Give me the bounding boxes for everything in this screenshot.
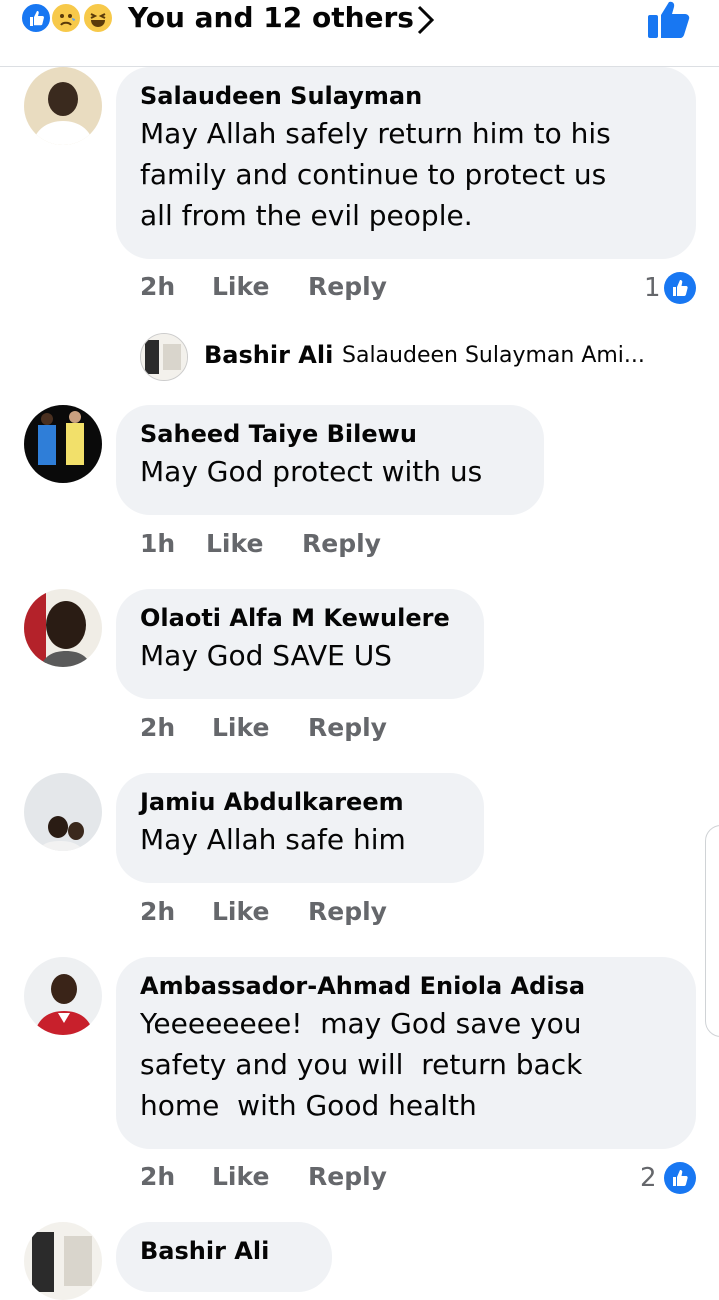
commenter-name[interactable]: Ambassador-Ahmad Eniola Adisa <box>140 969 672 1003</box>
comment-text: May God protect with us <box>140 455 483 488</box>
comment-actions: 1h Like Reply <box>140 529 440 559</box>
avatar[interactable] <box>24 1222 102 1300</box>
comment-time: 1h <box>140 529 176 558</box>
like-link[interactable]: Like <box>212 897 269 927</box>
haha-reaction-icon <box>82 2 114 34</box>
commenter-name[interactable]: Salaudeen Sulayman <box>140 79 672 113</box>
commenter-name[interactable]: Saheed Taiye Bilewu <box>140 417 520 451</box>
comment-actions: 2h Like Reply <box>140 272 440 302</box>
like-link[interactable]: Like <box>212 272 269 302</box>
like-count: 2 <box>640 1163 657 1193</box>
comment-text: May Allah safely return him to his famil… <box>140 117 611 232</box>
commenter-name[interactable]: Bashir Ali <box>140 1234 308 1268</box>
comment-actions: 2h Like Reply <box>140 897 440 927</box>
comment-time: 2h <box>140 1162 176 1191</box>
avatar <box>140 333 188 381</box>
like-button-icon[interactable] <box>646 0 692 40</box>
reply-preview[interactable]: Bashir Ali Salaudeen Sulayman Ami... <box>140 333 700 381</box>
comment-actions: 2h Like Reply <box>140 1162 440 1192</box>
like-link[interactable]: Like <box>212 1162 269 1192</box>
reactions-header[interactable]: You and 12 others <box>0 0 719 67</box>
comment-bubble: Olaoti Alfa M Kewulere May God SAVE US <box>116 589 484 699</box>
comment-actions: 2h Like Reply <box>140 713 440 743</box>
like-link[interactable]: Like <box>212 713 269 743</box>
sad-reaction-icon <box>50 2 82 34</box>
comment-time: 2h <box>140 713 176 742</box>
comment-bubble: Jamiu Abdulkareem May Allah safe him <box>116 773 484 883</box>
avatar[interactable] <box>24 589 102 667</box>
comment-text: May God SAVE US <box>140 639 392 672</box>
reply-link[interactable]: Reply <box>308 897 387 927</box>
comment-bubble: Ambassador-Ahmad Eniola Adisa Yeeeeeeee!… <box>116 957 696 1149</box>
reply-author[interactable]: Bashir Ali <box>204 341 333 369</box>
avatar[interactable] <box>24 957 102 1035</box>
like-count: 1 <box>644 273 661 303</box>
reply-snippet: Salaudeen Sulayman Ami... <box>342 343 645 368</box>
comment-text: May Allah safe him <box>140 823 406 856</box>
side-scroll-handle[interactable] <box>705 825 719 1037</box>
comment-bubble: Bashir Ali <box>116 1222 332 1292</box>
reply-link[interactable]: Reply <box>308 1162 387 1192</box>
chevron-right-icon[interactable] <box>412 4 440 36</box>
reply-link[interactable]: Reply <box>308 713 387 743</box>
reply-link[interactable]: Reply <box>302 529 381 559</box>
like-badge-icon <box>664 272 696 304</box>
comment-bubble: Saheed Taiye Bilewu May God protect with… <box>116 405 544 515</box>
like-link[interactable]: Like <box>206 529 263 559</box>
avatar[interactable] <box>24 773 102 851</box>
like-reaction-icon <box>20 2 52 34</box>
comment-text: Yeeeeeeee! may God save you safety and y… <box>140 1007 583 1122</box>
reactions-summary[interactable]: You and 12 others <box>128 0 414 36</box>
reply-link[interactable]: Reply <box>308 272 387 302</box>
avatar[interactable] <box>24 405 102 483</box>
comment-time: 2h <box>140 272 176 301</box>
avatar[interactable] <box>24 67 102 145</box>
like-badge-icon <box>664 1162 696 1194</box>
commenter-name[interactable]: Olaoti Alfa M Kewulere <box>140 601 460 635</box>
comment-bubble: Salaudeen Sulayman May Allah safely retu… <box>116 67 696 259</box>
comment-time: 2h <box>140 897 176 926</box>
commenter-name[interactable]: Jamiu Abdulkareem <box>140 785 460 819</box>
